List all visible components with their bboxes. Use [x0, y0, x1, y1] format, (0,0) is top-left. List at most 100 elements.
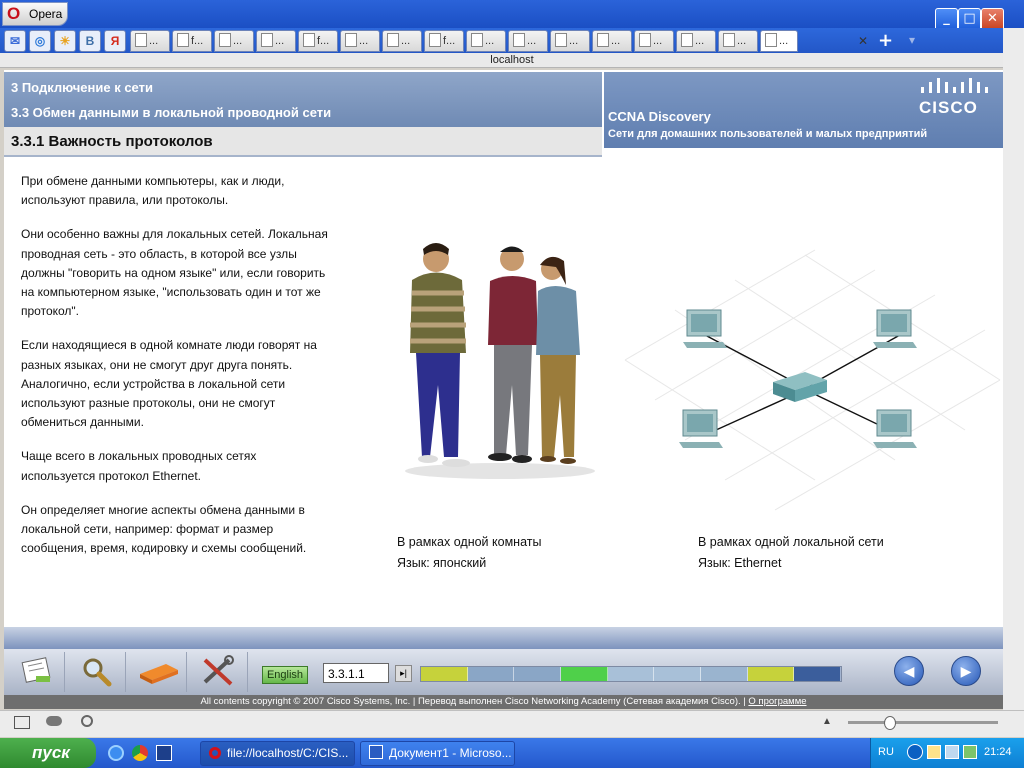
progress-segment[interactable] — [514, 667, 562, 681]
caption-lan-language: Язык: Ethernet — [698, 556, 782, 570]
language-indicator[interactable]: RU — [878, 746, 894, 758]
zoom-slider[interactable] — [848, 721, 998, 724]
tab[interactable]: ... — [550, 30, 590, 52]
tab[interactable]: ... — [760, 30, 798, 52]
tab[interactable]: ... — [718, 30, 758, 52]
tab[interactable]: f... — [298, 30, 338, 52]
subsection-bar: 3.3.1 Важность протоколов — [4, 127, 602, 157]
ie-icon[interactable] — [108, 745, 124, 761]
page-icon — [555, 33, 567, 47]
tab[interactable]: f... — [424, 30, 464, 52]
video-icon — [639, 33, 651, 47]
page-icon — [345, 33, 357, 47]
tab[interactable]: ... — [130, 30, 170, 52]
tray-app-icon[interactable] — [963, 745, 977, 759]
network-icon[interactable] — [945, 745, 959, 759]
tab[interactable]: ... — [466, 30, 506, 52]
tab[interactable]: ... — [634, 30, 674, 52]
tab[interactable]: ... — [214, 30, 254, 52]
tab-label: ... — [737, 35, 747, 47]
resources-button[interactable] — [128, 652, 187, 692]
address-bar[interactable]: localhost — [0, 53, 1024, 68]
glossary-button[interactable] — [6, 652, 65, 692]
glossary-icon — [21, 657, 51, 683]
page-icon — [303, 33, 315, 47]
weather-icon[interactable]: ☀ — [54, 30, 76, 52]
start-label: пуск — [32, 743, 70, 762]
tab-label: ... — [401, 35, 411, 47]
tab-label: ... — [359, 35, 369, 47]
about-link[interactable]: О программе — [748, 696, 806, 707]
caption-room-title: В рамках одной комнаты — [397, 535, 542, 549]
progress-segment[interactable] — [607, 667, 655, 681]
yandex-icon[interactable]: Я — [104, 30, 126, 52]
task-opera[interactable]: file://localhost/C:/CIS... — [200, 741, 355, 766]
cisco-logo: CISCO — [915, 78, 991, 118]
chapter-title: 3 Подключение к сети — [11, 80, 153, 95]
tab-label: ... — [779, 35, 789, 47]
clock: 21:24 — [984, 746, 1012, 758]
search-button[interactable] — [67, 652, 126, 692]
product-header: CISCO CCNA Discovery Сети для домашних п… — [604, 72, 1003, 148]
vk-icon[interactable]: В — [79, 30, 101, 52]
tab-label: f... — [443, 35, 456, 47]
task-opera-label: file://localhost/C:/CIS... — [227, 746, 349, 760]
new-tab-button[interactable]: + — [878, 30, 893, 51]
y-icon — [723, 33, 735, 47]
page-number-input[interactable]: 3.3.1.1 — [323, 663, 389, 683]
opera-menu-label: Opera — [29, 7, 63, 21]
tab-menu-button[interactable]: ▾ — [909, 33, 915, 47]
start-button[interactable]: пуск — [0, 738, 96, 768]
panel-toggle-icon[interactable] — [14, 716, 30, 729]
quicklaunch-icon[interactable] — [156, 745, 172, 761]
progress-segment[interactable] — [467, 667, 515, 681]
tab-label: ... — [653, 35, 663, 47]
tab[interactable]: ... — [592, 30, 632, 52]
close-tab-icon[interactable]: ✕ — [858, 34, 868, 48]
progress-segment[interactable] — [747, 667, 795, 681]
search-icon — [83, 658, 112, 687]
tab-label: f... — [191, 35, 204, 47]
task-word[interactable]: Документ1 - Microso... — [360, 741, 515, 766]
globe-icon[interactable]: ◎ — [29, 30, 51, 52]
progress-segment[interactable] — [794, 667, 842, 681]
progress-segment[interactable] — [421, 667, 468, 681]
next-page-button[interactable]: ▶ — [951, 656, 981, 686]
cisco-wordmark: CISCO — [919, 98, 978, 117]
turbo-icon[interactable] — [81, 715, 93, 727]
progress-segment[interactable] — [561, 667, 608, 681]
book-icon — [140, 664, 178, 684]
tab[interactable]: f... — [172, 30, 212, 52]
progress-segment[interactable] — [701, 667, 748, 681]
opera-menu-button[interactable]: O Opera — [2, 2, 68, 26]
page-icon — [177, 33, 189, 47]
tab-label: ... — [695, 35, 705, 47]
language-button[interactable]: English — [262, 666, 308, 684]
tab[interactable]: ... — [340, 30, 380, 52]
zoom-slider-handle[interactable] — [884, 716, 896, 730]
tab-label: ... — [485, 35, 495, 47]
tab[interactable]: ... — [382, 30, 422, 52]
paragraph: Если находящиеся в одной комнате люди го… — [21, 338, 317, 430]
opera-icon — [209, 747, 221, 759]
progress-segment[interactable] — [654, 667, 702, 681]
copyright-text: All contents copyright © 2007 Cisco Syst… — [200, 696, 746, 707]
opera-unite-icon[interactable] — [46, 716, 62, 726]
zoom-menu-icon[interactable]: ▲ — [822, 716, 832, 727]
tray-folder-icon[interactable] — [927, 745, 941, 759]
computer-icon — [873, 409, 917, 448]
tab[interactable]: ... — [508, 30, 548, 52]
chrome-icon[interactable] — [132, 745, 148, 761]
people-illustration — [405, 243, 595, 479]
go-to-page-button[interactable]: ▸| — [395, 665, 412, 682]
search-icon — [597, 33, 609, 47]
mail-icon[interactable]: ✉ — [4, 30, 26, 52]
tools-button[interactable] — [189, 652, 248, 692]
page-icon — [261, 33, 273, 47]
tab[interactable]: ... — [256, 30, 296, 52]
paragraph: При обмене данными компьютеры, как и люд… — [21, 174, 285, 208]
browser-titlebar — [0, 0, 1024, 28]
tab[interactable]: ... — [676, 30, 716, 52]
back-icon[interactable] — [907, 744, 923, 760]
previous-page-button[interactable]: ◀ — [894, 656, 924, 686]
